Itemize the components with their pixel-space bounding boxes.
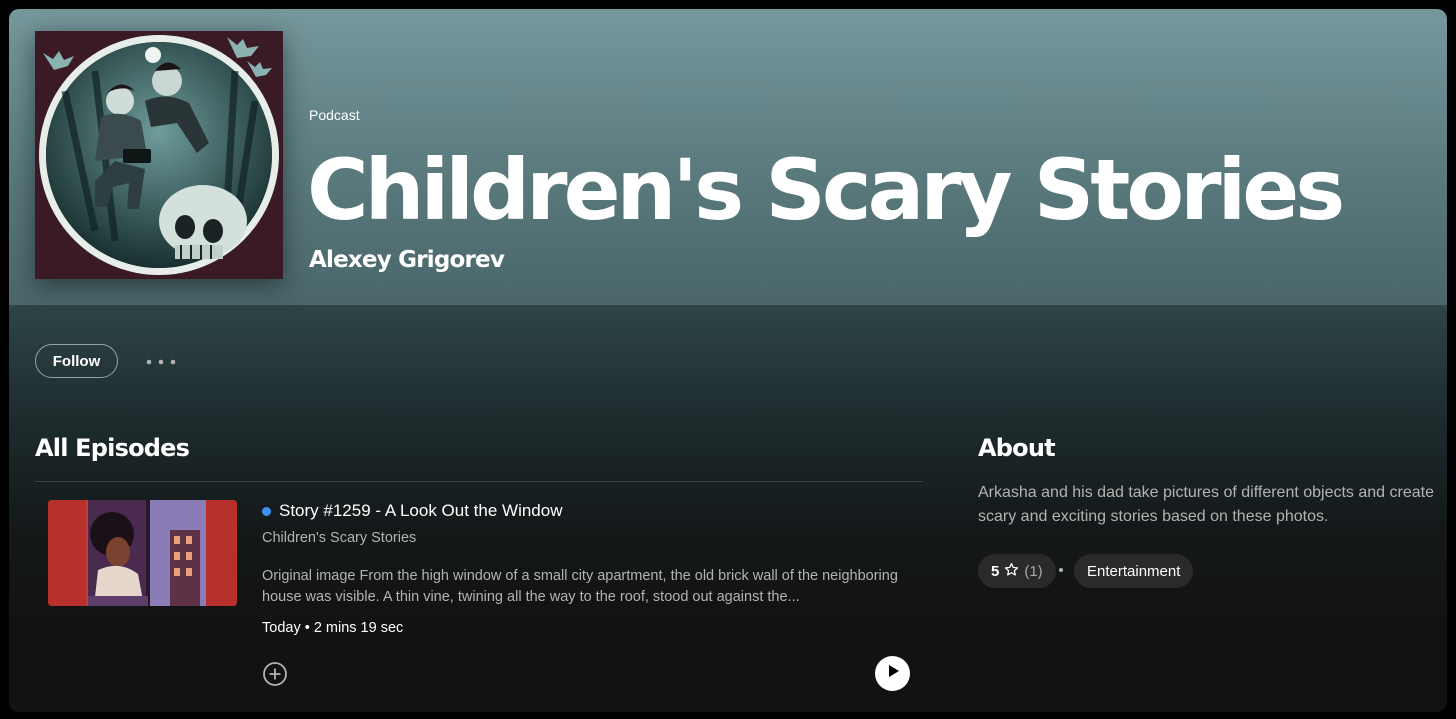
follow-button[interactable]: Follow — [35, 344, 118, 378]
rating-value: 5 — [991, 562, 1000, 580]
episode-title: Story #1259 - A Look Out the Window — [279, 501, 563, 520]
category-tag[interactable]: Entertainment — [1074, 554, 1194, 588]
section-divider — [35, 481, 923, 482]
page-title: Children's Scary Stories — [307, 141, 1345, 239]
more-options-button[interactable] — [143, 349, 179, 373]
podcast-author[interactable]: Alexey Grigorev — [309, 247, 505, 273]
content-type-label: Podcast — [309, 107, 360, 123]
play-icon — [885, 663, 901, 684]
podcast-page: Podcast Children's Scary Stories Alexey … — [9, 9, 1447, 712]
rating-button[interactable]: 5 (1) — [978, 554, 1056, 588]
about-heading: About — [978, 434, 1056, 462]
more-options-icon — [146, 352, 176, 370]
add-to-library-button[interactable] — [262, 661, 288, 687]
podcast-cover — [35, 31, 283, 279]
unplayed-indicator — [262, 506, 271, 516]
episode-description: Original image From the high window of a… — [262, 568, 898, 605]
about-description: Arkasha and his dad take pictures of dif… — [978, 484, 1434, 525]
episode-title-link[interactable]: Story #1259 - A Look Out the Window — [262, 501, 563, 521]
star-icon — [1004, 562, 1019, 581]
separator-dot — [1059, 568, 1063, 572]
episode-show-name[interactable]: Children's Scary Stories — [262, 530, 416, 546]
play-episode-button[interactable] — [875, 656, 910, 691]
episode-thumbnail[interactable] — [48, 500, 237, 606]
episode-meta: Today • 2 mins 19 sec — [262, 620, 404, 636]
add-circle-icon — [262, 662, 288, 691]
rating-count: (1) — [1024, 562, 1043, 580]
all-episodes-heading: All Episodes — [35, 434, 190, 462]
